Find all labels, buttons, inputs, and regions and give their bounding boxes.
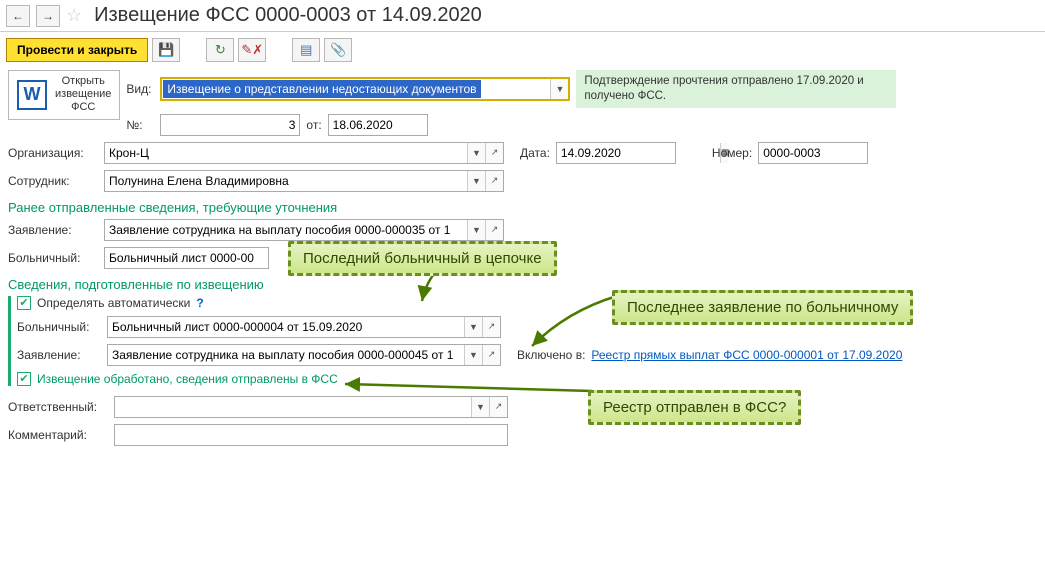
- dropdown-icon[interactable]: ▼: [471, 397, 489, 417]
- open-ref-icon[interactable]: ↗: [489, 397, 507, 417]
- vid-select[interactable]: Извещение о представлении недостающих до…: [160, 77, 570, 101]
- arrow-left-icon: ←: [12, 9, 24, 23]
- comment-input[interactable]: [115, 425, 507, 445]
- emp-label: Сотрудник:: [8, 174, 98, 188]
- refresh-button[interactable]: ↻: [206, 38, 234, 62]
- num-input[interactable]: [161, 115, 299, 135]
- report-button[interactable]: ▤: [292, 38, 320, 62]
- incl-label: Включено в:: [517, 348, 585, 362]
- auto-label: Определять автоматически: [37, 296, 190, 310]
- callout-registry-sent: Реестр отправлен в ФСС?: [588, 390, 801, 425]
- registry-link[interactable]: Реестр прямых выплат ФСС 0000-000001 от …: [591, 348, 902, 362]
- post-and-close-button[interactable]: Провести и закрыть: [6, 38, 148, 62]
- dropdown-icon[interactable]: ▼: [464, 345, 482, 365]
- dropdown-icon[interactable]: ▼: [467, 220, 485, 240]
- boln1-label: Больничный:: [8, 251, 98, 265]
- favorite-star-icon[interactable]: ☆: [66, 5, 82, 26]
- zayav1-input[interactable]: [105, 220, 467, 240]
- cancel-posting-button[interactable]: ✎✗: [238, 38, 266, 62]
- vid-label: Вид:: [126, 82, 154, 96]
- document-icon: ▤: [300, 42, 312, 58]
- nav-forward-button[interactable]: →: [36, 5, 60, 27]
- emp-input[interactable]: [105, 171, 467, 191]
- floppy-icon: 💾: [158, 42, 174, 58]
- zayav2-label: Заявление:: [17, 348, 101, 362]
- open-fss-notice-button[interactable]: W Открыть извещение ФСС: [8, 70, 120, 120]
- resp-label: Ответственный:: [8, 400, 108, 414]
- paperclip-icon: 📎: [330, 42, 346, 58]
- section-prev-sent: Ранее отправленные сведения, требующие у…: [8, 200, 1037, 215]
- nomer-label: Номер:: [712, 146, 752, 160]
- boln1-input[interactable]: [105, 248, 268, 268]
- refresh-icon: ↻: [215, 42, 226, 58]
- page-title: Извещение ФСС 0000-0003 от 14.09.2020: [94, 4, 482, 27]
- zayav2-input[interactable]: [108, 345, 464, 365]
- open-ref-icon[interactable]: ↗: [485, 171, 503, 191]
- dropdown-icon[interactable]: ▼: [550, 79, 568, 99]
- ot-date-input[interactable]: [329, 115, 427, 135]
- arrow-right-icon: →: [42, 9, 54, 23]
- date-label: Дата:: [520, 146, 550, 160]
- resp-input[interactable]: [115, 397, 471, 417]
- processed-label: Извещение обработано, сведения отправлен…: [37, 372, 338, 386]
- word-icon: W: [17, 80, 47, 110]
- open-ref-icon[interactable]: ↗: [485, 143, 503, 163]
- ot-label: от:: [306, 118, 321, 132]
- dropdown-icon[interactable]: ▼: [467, 143, 485, 163]
- comment-label: Комментарий:: [8, 428, 108, 442]
- attach-button[interactable]: 📎: [324, 38, 352, 62]
- org-input[interactable]: [105, 143, 467, 163]
- confirmation-note: Подтверждение прочтения отправлено 17.09…: [576, 70, 896, 108]
- zayav1-label: Заявление:: [8, 223, 98, 237]
- boln2-input[interactable]: [108, 317, 464, 337]
- help-icon[interactable]: ?: [196, 296, 203, 310]
- boln2-label: Больничный:: [17, 320, 101, 334]
- date-input[interactable]: [557, 143, 720, 163]
- callout-last-zayav: Последнее заявление по больничному: [612, 290, 913, 325]
- open-ref-icon[interactable]: ↗: [482, 345, 500, 365]
- org-label: Организация:: [8, 146, 98, 160]
- cancel-icon: ✎✗: [241, 42, 263, 58]
- auto-checkbox[interactable]: ✔: [17, 296, 31, 310]
- num-label: №:: [126, 118, 154, 132]
- vid-value: Извещение о представлении недостающих до…: [163, 80, 480, 98]
- processed-checkbox[interactable]: ✔: [17, 372, 31, 386]
- open-ref-icon[interactable]: ↗: [482, 317, 500, 337]
- nomer-input[interactable]: [759, 143, 867, 163]
- callout-last-sick: Последний больничный в цепочке: [288, 241, 557, 276]
- nav-back-button[interactable]: ←: [6, 5, 30, 27]
- save-button[interactable]: 💾: [152, 38, 180, 62]
- dropdown-icon[interactable]: ▼: [464, 317, 482, 337]
- dropdown-icon[interactable]: ▼: [467, 171, 485, 191]
- open-ref-icon[interactable]: ↗: [485, 220, 503, 240]
